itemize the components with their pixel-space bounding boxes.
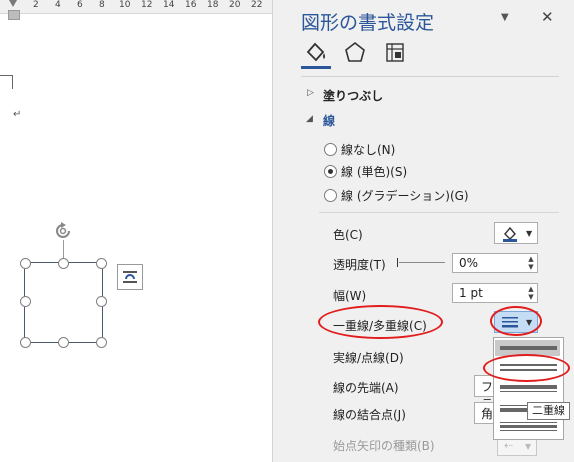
close-icon[interactable]: ✕ [541,8,554,26]
cap-type-label: 線の先端(A) [333,381,399,395]
radio-line-solid-label: 線 (単色)(S) [341,165,408,179]
resize-handle[interactable] [96,258,107,269]
ruler-tick: 20 [229,0,241,10]
ruler-tick: 2 [33,0,39,10]
rotate-handle-icon[interactable] [52,220,74,242]
transparency-value: 0% [459,256,479,270]
menu-item-triple-line[interactable] [500,422,557,423]
ruler-tick: 8 [99,0,105,10]
join-type-label: 線の結合点(J) [333,408,406,422]
dash-type-label: 実線/点線(D) [333,351,404,365]
transparency-slider-track[interactable] [399,262,445,263]
color-label: 色(C) [333,228,363,242]
radio-line-gradient[interactable] [324,189,337,202]
pane-title: 図形の書式設定 [301,12,435,34]
indent-marker-icon[interactable] [9,0,17,7]
resize-handle[interactable] [96,296,107,307]
resize-handle[interactable] [20,337,31,348]
compound-type-menu [493,337,564,440]
arrow-icon: ⇠ [504,439,514,452]
resize-handle[interactable] [58,258,69,269]
menu-item-thick-thin-line-2 [500,391,557,392]
paragraph-mark: ↵ [13,109,22,120]
ruler-tick: 10 [119,0,131,10]
tooltip: 二重線 [527,402,570,420]
pen-color-icon [503,226,517,242]
ruler-tick: 14 [163,0,175,10]
radio-line-none[interactable] [324,143,337,156]
annotation-ellipse-double-line [483,354,570,382]
ruler-tick: 18 [207,0,219,10]
ruler-tick: 6 [77,0,83,10]
ruler-tick: 16 [185,0,197,10]
selected-rectangle-shape[interactable] [24,262,103,343]
section-fill[interactable]: 塗りつぶし [323,87,383,104]
color-picker-button[interactable]: ▼ [494,222,538,244]
pentagon-icon[interactable] [342,40,368,64]
resize-handle[interactable] [20,258,31,269]
layout-options-button[interactable] [117,264,143,290]
ruler-tick: 22 [251,0,263,10]
spin-down-icon[interactable]: ▼ [527,293,535,301]
chevron-down-icon: ▼ [526,229,533,238]
active-tab-indicator [301,66,331,69]
annotation-ellipse-compound-label [318,305,443,339]
width-label: 幅(W) [333,289,367,303]
left-indent-marker-icon[interactable] [8,10,20,20]
menu-item-single-line[interactable] [500,346,557,350]
document-area: 2 4 6 8 10 12 14 16 18 20 22 ↵ [0,0,272,462]
divider [301,76,559,77]
horizontal-ruler[interactable]: 2 4 6 8 10 12 14 16 18 20 22 [0,0,272,14]
resize-handle[interactable] [96,337,107,348]
resize-handle[interactable] [20,296,31,307]
divider [319,212,559,213]
radio-line-gradient-label: 線 (グラデーション)(G) [341,189,469,203]
annotation-ellipse-compound-button [490,306,542,336]
resize-handle[interactable] [58,337,69,348]
ruler-tick: 12 [141,0,153,10]
margin-corner-mark [12,75,13,89]
join-type-value: 角 [481,407,494,421]
menu-item-triple-line-3 [500,430,557,431]
transparency-slider-thumb[interactable] [397,258,398,267]
radio-line-solid[interactable] [324,165,337,178]
section-line[interactable]: 線 [323,112,335,129]
chevron-down-icon[interactable]: ▼ [501,12,509,23]
size-layout-icon[interactable] [383,40,409,64]
width-value: 1 pt [459,286,483,300]
spin-up-icon[interactable]: ▲ [527,255,535,263]
spin-up-icon[interactable]: ▲ [527,285,535,293]
chevron-down-icon[interactable]: ◢ [306,114,313,124]
radio-line-none-label: 線なし(N) [341,143,396,157]
menu-item-triple-line-2 [500,425,557,428]
spin-down-icon[interactable]: ▼ [527,263,535,271]
paint-bucket-icon[interactable] [303,40,329,64]
chevron-down-icon: ▼ [525,442,532,451]
menu-item-thick-thin-line[interactable] [500,385,557,389]
width-input[interactable]: 1 pt ▲ ▼ [452,283,538,303]
begin-arrow-type-label: 始点矢印の種類(B) [333,439,435,453]
transparency-label: 透明度(T) [333,258,386,272]
ruler-tick: 4 [55,0,61,10]
transparency-input[interactable]: 0% ▲ ▼ [452,253,538,273]
layout-options-icon [123,271,137,283]
chevron-right-icon[interactable]: ▷ [307,88,314,98]
